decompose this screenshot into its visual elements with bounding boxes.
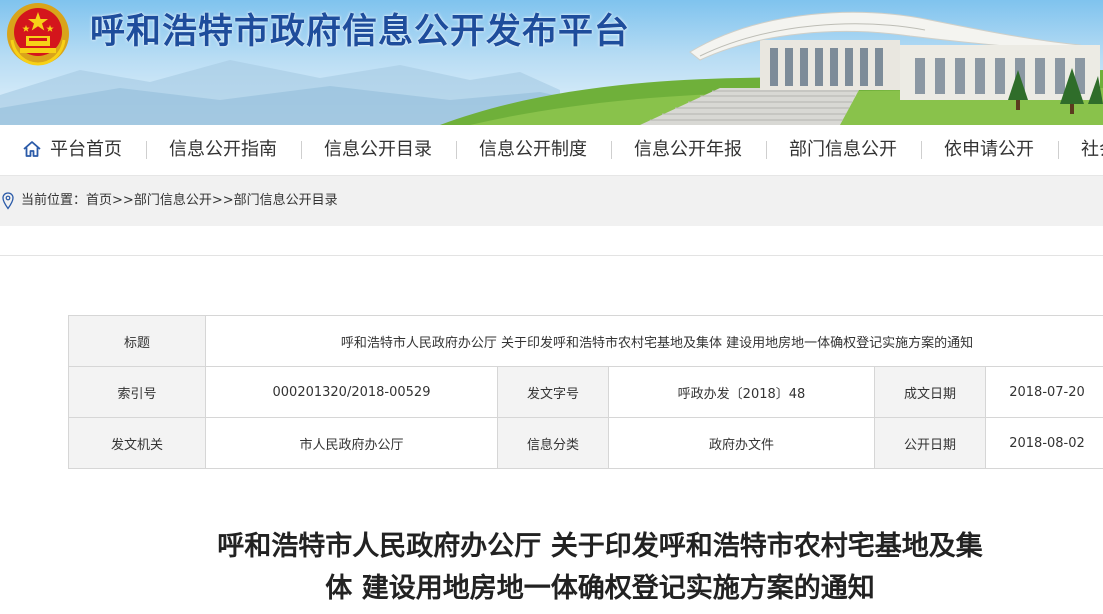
table-row: 索引号 000201320/2018-00529 发文字号 呼政办发〔2018〕… [69,367,1103,418]
meta-label-title: 标题 [69,316,206,367]
breadcrumb-trail: 当前位置：首页>>部门信息公开>>部门信息公开目录 [21,176,338,226]
meta-value-title: 呼和浩特市人民政府办公厅 关于印发呼和浩特市农村宅基地及集体 建设用地房地一体确… [206,316,1103,367]
nav-item-social[interactable]: 社会 [1081,125,1103,175]
nav-divider [611,141,612,159]
table-row: 标题 呼和浩特市人民政府办公厅 关于印发呼和浩特市农村宅基地及集体 建设用地房地… [69,316,1103,367]
nav-divider [456,141,457,159]
breadcrumb-home-link[interactable]: 首页 [86,193,112,208]
meta-value-doc-number: 呼政办发〔2018〕48 [609,367,875,418]
breadcrumb: 当前位置：首页>>部门信息公开>>部门信息公开目录 [0,176,1103,226]
breadcrumb-catalog-link[interactable]: 部门信息公开目录 [234,193,338,208]
meta-value-index: 000201320/2018-00529 [206,367,498,418]
meta-value-publish-date: 2018-08-02 [986,418,1103,469]
breadcrumb-department-link[interactable]: 部门信息公开 [134,193,212,208]
meta-label-publish-date: 公开日期 [875,418,986,469]
nav-divider [1058,141,1059,159]
site-title: 呼和浩特市政府信息公开发布平台 [90,6,630,58]
meta-label-doc-number: 发文字号 [498,367,609,418]
meta-label-category: 信息分类 [498,418,609,469]
meta-value-written-date: 2018-07-20 [986,367,1103,418]
breadcrumb-prefix: 当前位置： [21,193,86,208]
main-nav: 平台首页 信息公开指南 信息公开目录 信息公开制度 信息公开年报 部门信息公开 … [0,125,1103,177]
nav-item-catalog[interactable]: 信息公开目录 [324,125,432,175]
national-emblem-icon [4,0,72,68]
document-meta-table: 标题 呼和浩特市人民政府办公厅 关于印发呼和浩特市农村宅基地及集体 建设用地房地… [68,315,1103,469]
meta-value-category: 政府办文件 [609,418,875,469]
nav-item-home[interactable]: 平台首页 [22,125,122,175]
breadcrumb-separator: >> [112,193,134,208]
nav-item-annual-report[interactable]: 信息公开年报 [634,125,742,175]
nav-item-label: 平台首页 [50,139,122,160]
nav-divider [766,141,767,159]
table-row: 发文机关 市人民政府办公厅 信息分类 政府办文件 公开日期 2018-08-02 [69,418,1103,469]
meta-label-index: 索引号 [69,367,206,418]
nav-item-application[interactable]: 依申请公开 [944,125,1034,175]
content-area: 标题 呼和浩特市人民政府办公厅 关于印发呼和浩特市农村宅基地及集体 建设用地房地… [0,255,1103,614]
meta-label-written-date: 成文日期 [875,367,986,418]
nav-divider [146,141,147,159]
location-pin-icon [2,192,14,210]
meta-label-issuer: 发文机关 [69,418,206,469]
nav-divider [301,141,302,159]
document-title-line-1: 呼和浩特市人民政府办公厅 关于印发呼和浩特市农村宅基地及集 [140,526,1060,568]
breadcrumb-separator: >> [212,193,234,208]
home-icon [22,139,42,159]
nav-divider [921,141,922,159]
nav-item-system[interactable]: 信息公开制度 [479,125,587,175]
header-banner: 呼和浩特市政府信息公开发布平台 [0,0,1103,125]
document-title-line-2: 体 建设用地房地一体确权登记实施方案的通知 [140,568,1060,610]
nav-item-department[interactable]: 部门信息公开 [789,125,897,175]
document-title: 呼和浩特市人民政府办公厅 关于印发呼和浩特市农村宅基地及集 体 建设用地房地一体… [140,526,1060,610]
nav-item-guide[interactable]: 信息公开指南 [169,125,277,175]
meta-value-issuer: 市人民政府办公厅 [206,418,498,469]
